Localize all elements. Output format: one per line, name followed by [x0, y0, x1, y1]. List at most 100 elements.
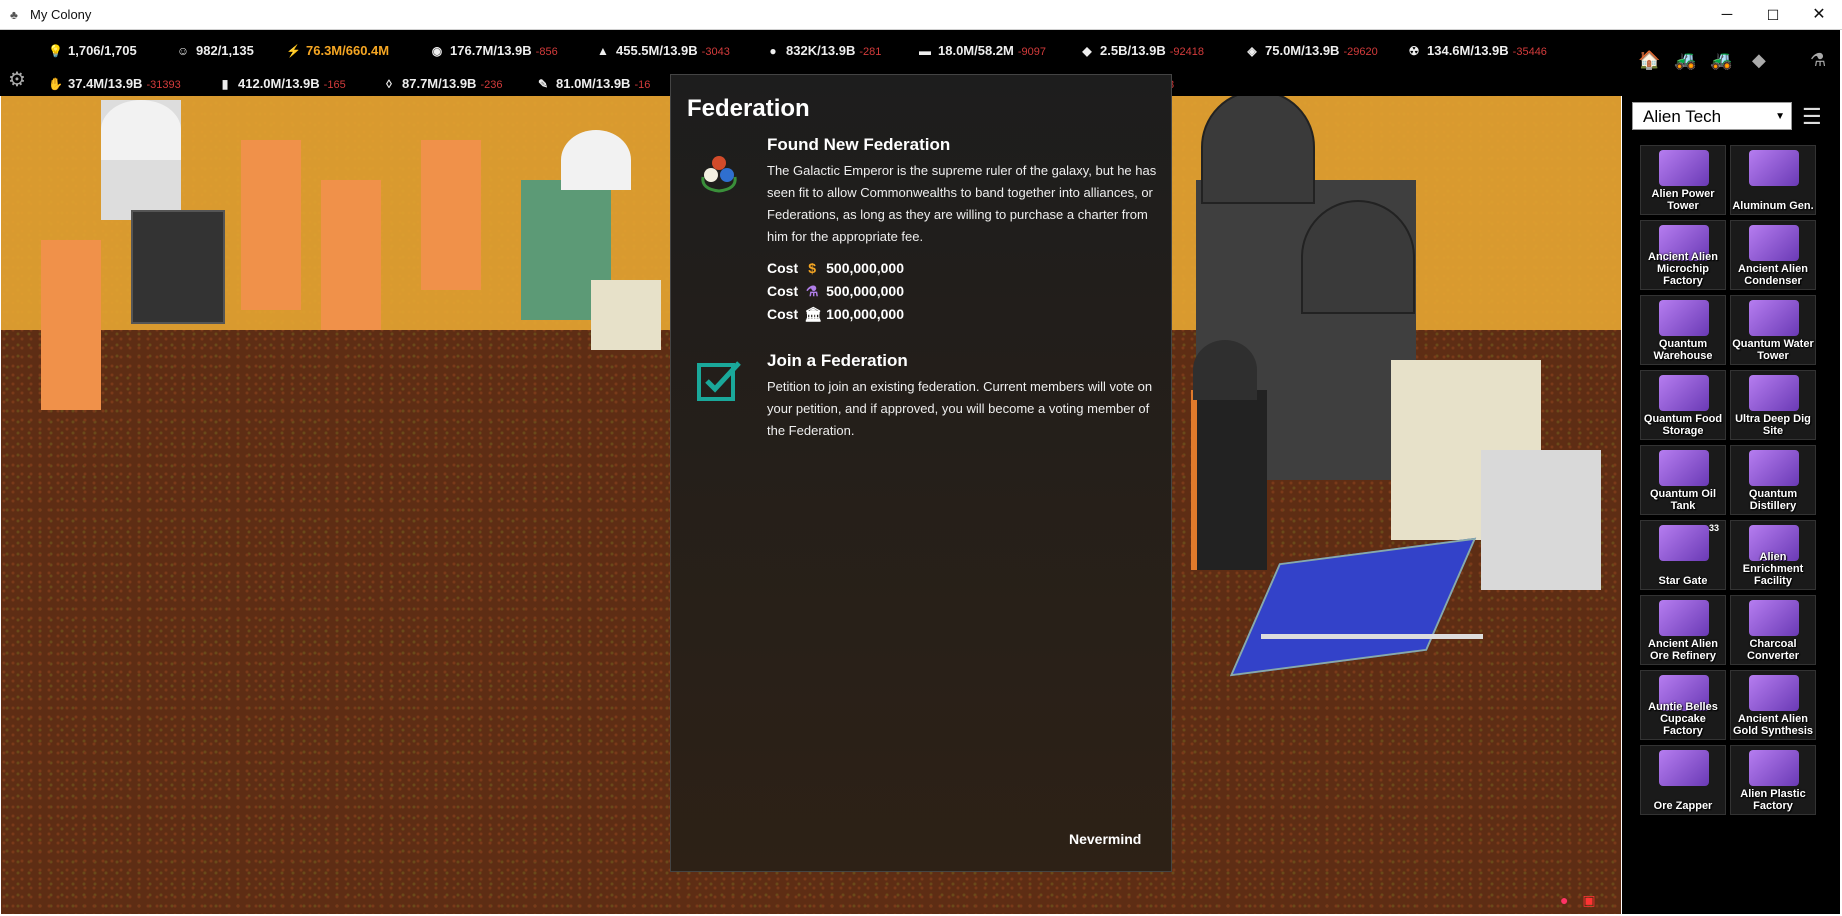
lightbulb-icon: 💡	[48, 44, 63, 58]
resource-value: 76.3M/660.4M	[306, 43, 390, 58]
build-tile-label: Alien Plastic Factory	[1740, 788, 1806, 812]
resource-value: 37.4M/13.9B	[68, 76, 143, 91]
vehicle-icon[interactable]: 🚜	[1710, 50, 1732, 71]
build-tile-label: Ancient Alien Gold Synthesis	[1732, 713, 1814, 737]
dome	[101, 100, 181, 160]
window-titlebar: ♣ My Colony ─ ☐ ✕	[0, 0, 1842, 30]
minimize-button[interactable]: ─	[1704, 0, 1750, 30]
resource-regolith[interactable]: ◆ 2.5B/13.9B -92418	[1080, 41, 1204, 61]
dome	[561, 130, 631, 190]
building-thumbnail	[1749, 450, 1799, 486]
labor-icon: ✋	[48, 77, 63, 91]
building[interactable]	[1481, 450, 1601, 590]
bulldozer-icon[interactable]: 🚜	[1674, 50, 1696, 71]
build-tile[interactable]: Ancient Alien Gold Synthesis	[1730, 670, 1816, 740]
build-tile[interactable]: Ore Zapper	[1640, 745, 1726, 815]
federation-emblem-icon[interactable]	[695, 147, 743, 195]
cost-civics: Cost 🏛 100,000,000	[767, 306, 904, 323]
tile-icon[interactable]: ◆	[1752, 50, 1766, 71]
checkbox-icon[interactable]	[695, 357, 743, 405]
found-federation-description: The Galactic Emperor is the supreme rule…	[767, 163, 1157, 244]
building[interactable]	[591, 280, 661, 350]
research-icon[interactable]: ⚗	[1810, 50, 1826, 71]
build-tile[interactable]: Ancient Alien Condenser	[1730, 220, 1816, 290]
flask-icon: ⚗	[805, 283, 819, 299]
building[interactable]	[1191, 390, 1267, 570]
oil-icon: ▲	[597, 44, 609, 58]
aluminum-icon: ◊	[386, 77, 392, 91]
resource-gem[interactable]: ◈ 75.0M/13.9B -29620	[1245, 41, 1377, 61]
build-tile[interactable]: Quantum Oil Tank	[1640, 445, 1726, 515]
build-tile[interactable]: Quantum Distillery	[1730, 445, 1816, 515]
resource-aluminum[interactable]: ◊ 87.7M/13.9B -236	[382, 74, 502, 94]
building[interactable]	[41, 240, 101, 410]
build-tile-label: Alien Power Tower	[1651, 188, 1715, 212]
building-thumbnail	[1749, 600, 1799, 636]
cast-icon[interactable]: ▣	[1582, 892, 1595, 908]
join-federation-description: Petition to join an existing federation.…	[767, 379, 1153, 438]
dome	[1201, 90, 1315, 204]
list-view-icon[interactable]: ☰	[1802, 104, 1822, 130]
build-tile[interactable]: Alien Power Tower	[1640, 145, 1726, 215]
build-tile[interactable]: Quantum Water Tower	[1730, 295, 1816, 365]
resource-value: 75.0M/13.9B	[1265, 43, 1340, 58]
build-tile[interactable]: Quantum Food Storage	[1640, 370, 1726, 440]
build-tile[interactable]: Alien Enrichment Facility	[1730, 520, 1816, 590]
resource-ore[interactable]: ● 832K/13.9B -281	[766, 41, 881, 61]
resource-clothing[interactable]: ▮ 412.0M/13.9B -165	[218, 74, 346, 94]
build-tile[interactable]: Star Gate 33	[1640, 520, 1726, 590]
resource-value: 982/1,135	[196, 43, 254, 58]
resource-delta: -281	[859, 46, 882, 58]
cost-label: Cost	[767, 306, 799, 322]
resource-delta: -165	[323, 79, 346, 91]
close-button[interactable]: ✕	[1796, 0, 1842, 30]
found-federation-title[interactable]: Found New Federation	[767, 135, 950, 155]
build-tile-label: Ancient Alien Microchip Factory	[1648, 251, 1718, 287]
build-tool-icon[interactable]: 🏠	[1638, 50, 1660, 71]
resource-labor[interactable]: ✋ 37.4M/13.9B -31393	[48, 74, 181, 94]
resource-food[interactable]: ◉ 176.7M/13.9B -856	[430, 41, 558, 61]
building[interactable]	[241, 140, 301, 310]
building[interactable]	[421, 140, 481, 290]
food-icon: ◉	[431, 44, 443, 58]
gear-icon[interactable]: ⚙	[8, 67, 26, 92]
build-tile[interactable]: Ultra Deep Dig Site	[1730, 370, 1816, 440]
resource-value: 87.7M/13.9B	[402, 76, 477, 91]
join-federation-title[interactable]: Join a Federation	[767, 351, 908, 371]
chat-icon[interactable]: ●	[1560, 892, 1568, 908]
build-tile[interactable]: Aluminum Gen.	[1730, 145, 1816, 215]
nevermind-button[interactable]: Nevermind	[1069, 831, 1141, 847]
build-tile[interactable]: Charcoal Converter	[1730, 595, 1816, 665]
resource-oil[interactable]: ▲ 455.5M/13.9B -3043	[596, 41, 730, 61]
maximize-button[interactable]: ☐	[1750, 0, 1796, 30]
building-thumbnail	[1659, 525, 1709, 561]
steel-icon: ▬	[919, 44, 931, 58]
resource-value: 1,706/1,705	[68, 43, 137, 58]
resource-paper[interactable]: ✎ 81.0M/13.9B -16	[536, 74, 650, 94]
resource-steel[interactable]: ▬ 18.0M/58.2M -9097	[918, 41, 1046, 61]
resource-population[interactable]: ☺ 982/1,135	[176, 41, 258, 61]
resource-power[interactable]: ⚡ 76.3M/660.4M	[286, 41, 393, 61]
resource-lightbulb[interactable]: 💡 1,706/1,705	[48, 41, 141, 61]
building[interactable]	[321, 180, 381, 330]
resource-uranium[interactable]: ☢ 134.6M/13.9B -35446	[1407, 41, 1547, 61]
category-select[interactable]: Alien Tech ▼	[1632, 102, 1792, 130]
build-tile[interactable]: Quantum Warehouse	[1640, 295, 1726, 365]
cost-value: 500,000,000	[826, 283, 904, 299]
build-tile[interactable]: Auntie Belles Cupcake Factory	[1640, 670, 1726, 740]
build-tile-label: Quantum Water Tower	[1732, 338, 1814, 362]
building-thumbnail	[1749, 675, 1799, 711]
build-tile[interactable]: Ancient Alien Microchip Factory	[1640, 220, 1726, 290]
building-thumbnail	[1749, 750, 1799, 786]
building[interactable]	[131, 210, 225, 324]
ore-icon: ●	[769, 44, 777, 58]
population-icon: ☺	[176, 44, 190, 58]
building-thumbnail	[1659, 150, 1709, 186]
build-tile[interactable]: Ancient Alien Ore Refinery	[1640, 595, 1726, 665]
build-tile-label: Alien Enrichment Facility	[1742, 551, 1804, 587]
resource-delta: -35446	[1512, 46, 1547, 58]
build-tile[interactable]: Alien Plastic Factory	[1730, 745, 1816, 815]
resource-value: 412.0M/13.9B	[238, 76, 320, 91]
cost-research: Cost ⚗ 500,000,000	[767, 283, 904, 300]
coin-icon: $	[808, 260, 817, 276]
